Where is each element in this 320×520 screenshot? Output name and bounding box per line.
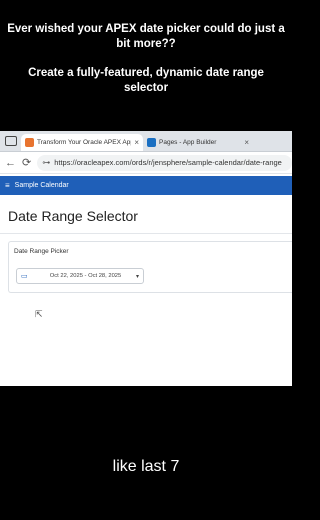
mouse-cursor-icon: ⇱ (35, 309, 43, 319)
caption-line-2: Create a fully-featured, dynamic date ra… (28, 67, 264, 94)
oracle-favicon-icon (25, 138, 34, 147)
app-name[interactable]: Sample Calendar (15, 182, 69, 189)
page-title: Date Range Selector (8, 208, 138, 224)
close-icon[interactable]: × (244, 138, 249, 147)
chevron-down-icon[interactable]: ▾ (136, 273, 139, 280)
caption-line-1: Ever wished your APEX date picker could … (7, 23, 285, 50)
reload-icon[interactable]: ⟳ (22, 156, 31, 169)
top-caption: Ever wished your APEX date picker could … (0, 22, 292, 96)
tab-label: Pages - App Builder (159, 139, 217, 146)
url-field[interactable]: ⊶ https://oracleapex.com/ords/r/jenspher… (37, 154, 292, 171)
browser-window: Transform Your Oracle APEX App × Pages -… (0, 131, 292, 386)
tab-label: Transform Your Oracle APEX App (37, 139, 132, 146)
url-text: https://oracleapex.com/ords/r/jensphere/… (54, 158, 282, 167)
window-icon[interactable] (5, 136, 17, 146)
calendar-icon: ▭ (21, 273, 28, 280)
tab-pages-app-builder[interactable]: Pages - App Builder × (143, 134, 253, 151)
tab-transform-oracle-apex[interactable]: Transform Your Oracle APEX App × (21, 134, 143, 151)
address-bar: ← ⟳ ⊶ https://oracleapex.com/ords/r/jens… (0, 152, 292, 174)
bottom-caption: like last 7 (112, 458, 180, 475)
close-icon[interactable]: × (134, 138, 139, 147)
page-body: Date Range Selector Date Range Picker ▭ … (0, 195, 292, 293)
date-range-picker[interactable]: ▭ Oct 22, 2025 - Oct 28, 2025 ▾ (16, 268, 144, 284)
date-range-region: Date Range Picker ▭ Oct 22, 2025 - Oct 2… (8, 241, 292, 293)
divider (0, 233, 292, 234)
back-arrow-icon[interactable]: ← (5, 157, 16, 169)
app-header: ≡ Sample Calendar (0, 176, 292, 195)
menu-icon[interactable]: ≡ (5, 181, 10, 190)
site-info-icon[interactable]: ⊶ (42, 158, 50, 167)
region-label: Date Range Picker (14, 248, 69, 255)
tab-bar: Transform Your Oracle APEX App × Pages -… (0, 131, 292, 152)
date-range-value: Oct 22, 2025 - Oct 28, 2025 (49, 273, 122, 279)
apex-favicon-icon (147, 138, 156, 147)
